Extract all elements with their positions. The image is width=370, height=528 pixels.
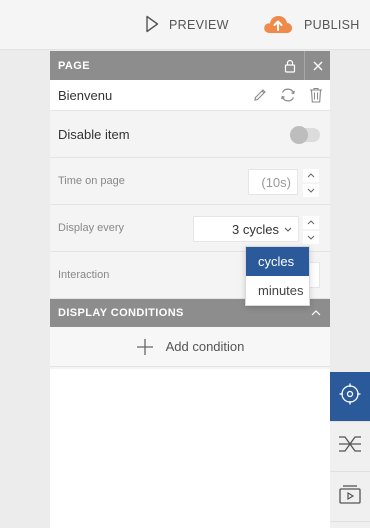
panel-title: PAGE <box>58 59 90 72</box>
slides-icon <box>337 482 363 511</box>
disable-item-toggle[interactable] <box>290 126 320 144</box>
canvas-area <box>0 50 50 528</box>
display-conditions-title: DISPLAY CONDITIONS <box>58 307 184 319</box>
side-toolbar <box>330 372 370 528</box>
publish-button[interactable]: PUBLISH <box>262 12 360 38</box>
disable-item-row: Disable item <box>50 111 330 158</box>
trash-icon[interactable] <box>302 80 330 111</box>
toggle-knob <box>290 126 308 144</box>
time-on-page-value: (10s) <box>261 174 291 190</box>
stepper-up[interactable] <box>303 169 319 182</box>
stepper-down[interactable] <box>303 231 319 244</box>
preview-label: PREVIEW <box>169 18 229 32</box>
stepper-down[interactable] <box>303 184 319 197</box>
add-condition-label: Add condition <box>165 339 245 354</box>
transitions-button[interactable] <box>330 422 370 472</box>
cycles-dropdown-menu: cycles minutes <box>245 246 310 306</box>
top-bar: PREVIEW PUBLISH <box>0 0 370 50</box>
cloud-upload-icon <box>262 12 294 39</box>
preview-button[interactable]: PREVIEW <box>145 12 229 38</box>
dropdown-option-cycles[interactable]: cycles <box>246 247 309 276</box>
refresh-icon[interactable] <box>274 80 302 111</box>
display-every-value: 3 cycles <box>232 221 279 237</box>
slides-button[interactable] <box>330 472 370 522</box>
pencil-icon[interactable] <box>246 80 274 111</box>
item-name[interactable]: Bienvenu <box>50 88 246 103</box>
display-every-row: Display every 3 cycles <box>50 205 330 252</box>
display-every-select[interactable]: 3 cycles <box>193 216 299 242</box>
target-icon <box>338 382 362 411</box>
time-on-page-stepper <box>303 169 319 197</box>
play-triangle-icon <box>145 15 159 36</box>
time-on-page-row: Time on page (10s) <box>50 158 330 205</box>
chevron-up-icon <box>302 310 330 316</box>
plus-icon <box>136 338 154 356</box>
conditions-list <box>50 369 330 528</box>
display-every-stepper <box>303 216 319 244</box>
stepper-up[interactable] <box>303 216 319 229</box>
close-icon[interactable] <box>304 51 330 80</box>
publish-label: PUBLISH <box>304 18 360 32</box>
chevron-down-icon <box>284 224 292 234</box>
disable-item-label: Disable item <box>58 126 130 142</box>
right-strip <box>330 50 370 372</box>
transition-icon <box>337 432 363 461</box>
panel-header: PAGE <box>50 51 330 80</box>
add-condition-button[interactable]: Add condition <box>50 327 330 367</box>
time-on-page-input[interactable]: (10s) <box>248 169 298 195</box>
dropdown-option-minutes[interactable]: minutes <box>246 276 309 305</box>
target-button[interactable] <box>330 372 370 422</box>
item-name-row: Bienvenu <box>50 80 330 111</box>
lock-icon[interactable] <box>276 51 304 80</box>
